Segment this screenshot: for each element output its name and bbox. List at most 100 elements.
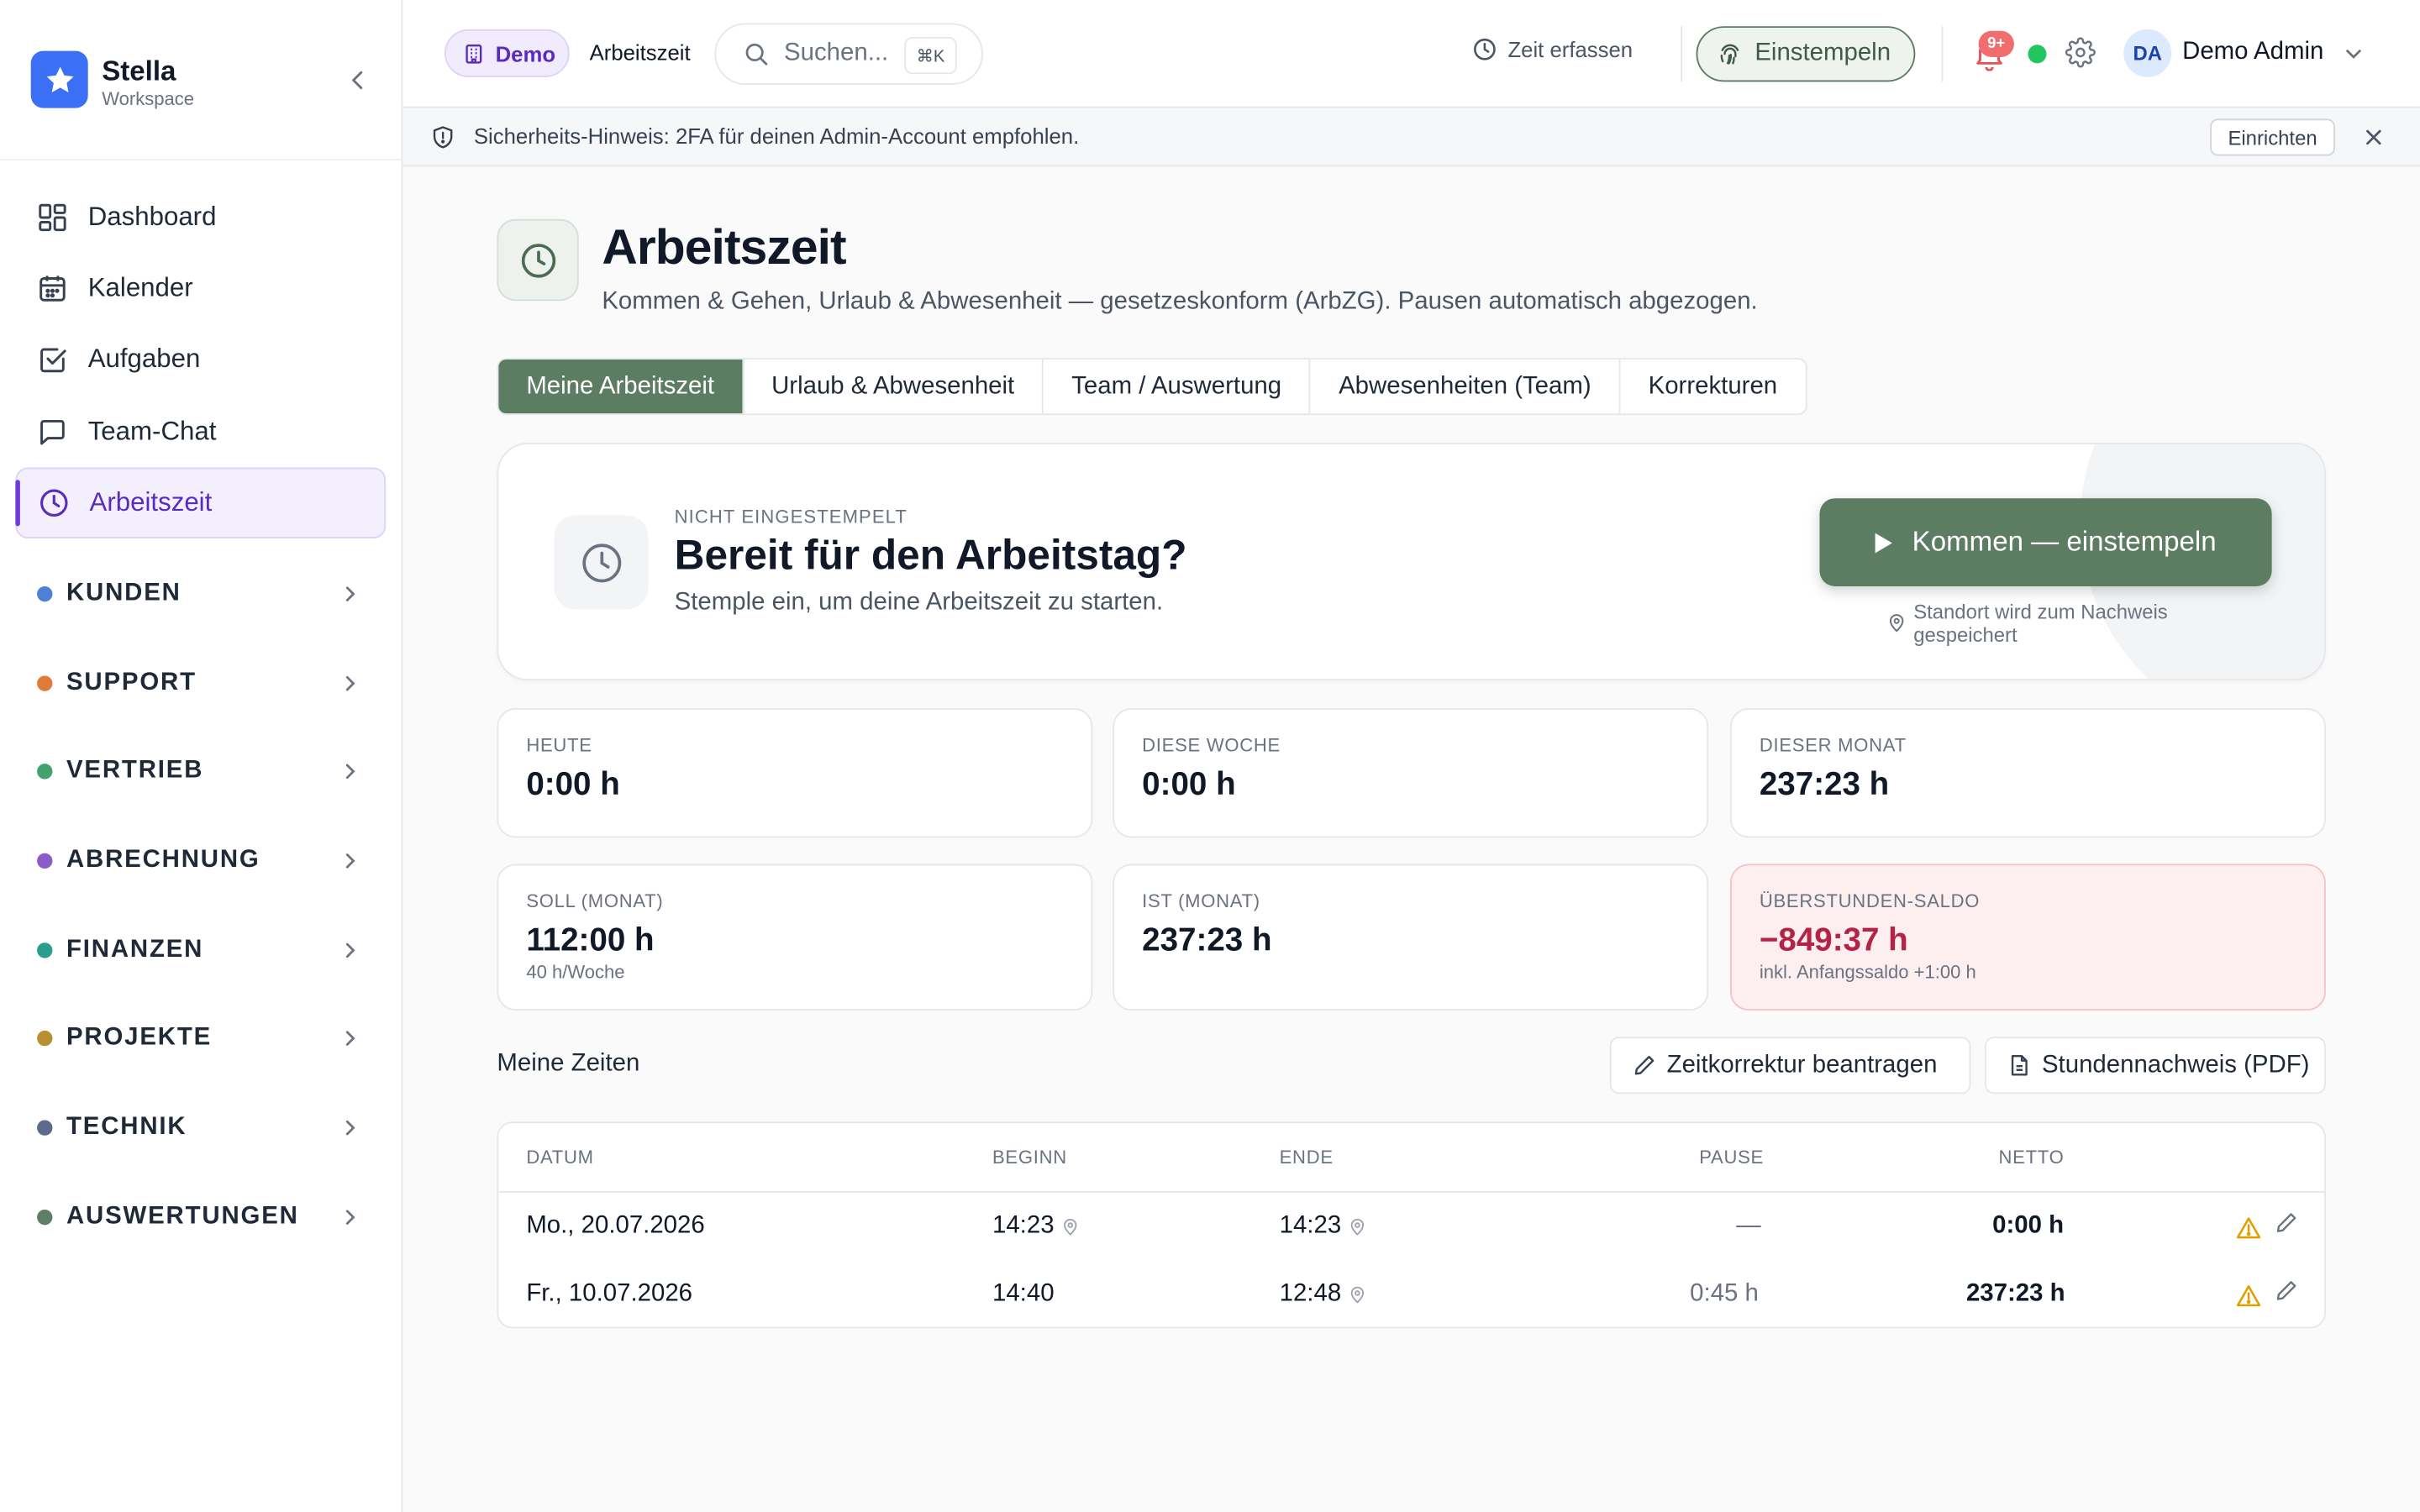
sidebar-group-vertrieb[interactable]: VERTRIEB [37, 748, 371, 795]
group-label: KUNDEN [66, 580, 182, 606]
stat-label: SOLL (MONAT) [526, 890, 664, 912]
stat-today: HEUTE 0:00 h [497, 708, 1093, 838]
banner-text: Sicherheits-Hinweis: 2FA für deinen Admi… [473, 123, 1080, 149]
times-table: DATUM BEGINN ENDE PAUSE NETTO Mo., 20.07… [497, 1121, 2326, 1329]
tab-urlaub-abwesenheit[interactable]: Urlaub & Abwesenheit [744, 359, 1044, 414]
sidebar-item-label: Aufgaben [87, 344, 201, 374]
calendar-icon [37, 273, 68, 304]
sidebar-group-auswertungen[interactable]: AUSWERTUNGEN [37, 1194, 371, 1241]
table-row[interactable]: Mo., 20.07.2026 14:23 14:23 — 0:00 h [498, 1193, 2324, 1261]
edit-pencil-icon[interactable] [2275, 1211, 2298, 1235]
stat-actual-month: IST (MONAT) 237:23 h [1113, 864, 1709, 1011]
stat-label: IST (MONAT) [1142, 890, 1260, 912]
gear-icon[interactable] [2065, 37, 2096, 68]
group-label: FINANZEN [66, 936, 204, 963]
tab-abwesenheiten-team[interactable]: Abwesenheiten (Team) [1311, 359, 1621, 414]
location-note-text: Standort wird zum Nachweis gespeichert [1913, 600, 2168, 647]
sidebar-item-label: Team-Chat [87, 416, 217, 446]
tab-korrekturen[interactable]: Korrekturen [1621, 360, 1806, 413]
sidebar-item-dashboard[interactable]: Dashboard [15, 182, 386, 253]
cell-end: 12:48 [1280, 1280, 1366, 1308]
group-label: AUSWERTUNGEN [66, 1203, 299, 1230]
breadcrumb: Arbeitszeit [589, 39, 691, 66]
sidebar-group-finanzen[interactable]: FINANZEN [37, 927, 371, 974]
warning-icon [2236, 1285, 2261, 1307]
chat-icon [37, 417, 68, 448]
stat-note: 40 h/Woche [526, 961, 625, 983]
close-icon[interactable] [2363, 127, 2385, 149]
page-subtitle: Kommen & Gehen, Urlaub & Abwesenheit — g… [602, 288, 1758, 315]
document-icon [2011, 1055, 2028, 1076]
group-dot [37, 585, 53, 602]
column-header-net: NETTO [1998, 1146, 2065, 1168]
brand: Stella Workspace [0, 0, 402, 161]
stat-label: ÜBERSTUNDEN-SALDO [1759, 890, 1981, 912]
stat-value: 237:23 h [1759, 766, 1890, 803]
chevron-right-icon [339, 1206, 361, 1228]
sidebar-item-arbeitszeit[interactable]: Arbeitszeit [15, 467, 387, 539]
clock-status: NICHT EINGESTEMPELT [674, 506, 908, 528]
online-status-indicator [2028, 45, 2047, 64]
table-row[interactable]: Fr., 10.07.2026 14:40 12:48 0:45 h 237:2… [498, 1261, 2324, 1327]
clock-icon [39, 487, 70, 518]
column-header-pause: PAUSE [1699, 1146, 1764, 1168]
clock-in-label: Einstempeln [1754, 39, 1891, 66]
cell-net: 237:23 h [1965, 1280, 2065, 1307]
stat-value: −849:37 h [1759, 922, 1908, 958]
clock-in-card: NICHT EINGESTEMPELT Bereit für den Arbei… [497, 443, 2326, 680]
stat-value: 0:00 h [1142, 766, 1236, 803]
chevron-right-icon [339, 673, 361, 695]
brand-subtitle: Workspace [102, 87, 195, 110]
fingerprint-icon [1720, 44, 1739, 65]
warning-icon [2236, 1217, 2261, 1239]
search-input[interactable] [784, 39, 892, 68]
cell-pause: — [1736, 1212, 1761, 1239]
sidebar-group-support[interactable]: SUPPORT [37, 660, 371, 706]
timesheet-pdf-label: Stundennachweis (PDF) [2041, 1051, 2310, 1078]
cell-begin-value: 14:23 [992, 1212, 1055, 1239]
time-entry-button[interactable]: Zeit erfassen [1472, 37, 1633, 61]
chevron-right-icon [339, 583, 361, 605]
sidebar-item-aufgaben[interactable]: Aufgaben [15, 324, 386, 395]
sidebar-item-kalender[interactable]: Kalender [15, 253, 386, 323]
clock-in-main-label: Kommen — einstempeln [1912, 526, 2217, 558]
sidebar-group-projekte[interactable]: PROJEKTE [37, 1016, 371, 1062]
table-header: DATUM BEGINN ENDE PAUSE NETTO [498, 1123, 2325, 1193]
setup-2fa-button[interactable]: Einrichten [2210, 118, 2335, 156]
demo-label: Demo [495, 40, 556, 66]
request-correction-label: Zeitkorrektur beantragen [1666, 1051, 1938, 1078]
divider [1681, 26, 1683, 82]
clock-in-button[interactable]: Einstempeln [1696, 26, 1916, 82]
sidebar-group-kunden[interactable]: KUNDEN [37, 571, 371, 617]
group-dot [37, 853, 53, 869]
stat-overtime-balance: ÜBERSTUNDEN-SALDO −849:37 h inkl. Anfang… [1729, 864, 2326, 1011]
chevron-right-icon [339, 760, 361, 782]
user-name[interactable]: Demo Admin [2182, 39, 2323, 66]
tab-meine-arbeitszeit[interactable]: Meine Arbeitszeit [498, 359, 744, 414]
column-header-date: DATUM [526, 1146, 594, 1168]
sidebar-group-abrechnung[interactable]: ABRECHNUNG [37, 837, 371, 884]
page-title: Arbeitszeit [602, 218, 846, 275]
page-clock-icon [497, 218, 579, 302]
edit-pencil-icon[interactable] [2275, 1279, 2298, 1303]
sidebar-group-technik[interactable]: TECHNIK [37, 1105, 371, 1151]
chevron-down-icon[interactable] [2343, 43, 2365, 65]
cell-pause: 0:45 h [1690, 1280, 1759, 1307]
avatar[interactable]: DA [2123, 29, 2172, 77]
timesheet-pdf-button[interactable]: Stundennachweis (PDF) [1984, 1037, 2326, 1095]
clock-in-subtitle: Stemple ein, um deine Arbeitszeit zu sta… [674, 589, 1164, 616]
sidebar-item-label: Dashboard [87, 202, 217, 232]
chevron-right-icon [339, 850, 361, 872]
group-dot [37, 1209, 53, 1226]
group-label: VERTRIEB [66, 757, 204, 785]
request-correction-button[interactable]: Zeitkorrektur beantragen [1609, 1037, 1971, 1095]
cell-net: 0:00 h [1992, 1212, 2065, 1239]
sidebar: Stella Workspace Dashboard Kalender Aufg… [0, 0, 403, 1512]
clock-in-main-button[interactable]: Kommen — einstempeln [1819, 498, 2272, 586]
tab-team-auswertung[interactable]: Team / Auswertung [1044, 359, 1312, 414]
tab-bar: Meine Arbeitszeit Urlaub & Abwesenheit T… [497, 358, 1807, 416]
search-box[interactable]: ⌘K [714, 23, 983, 86]
sidebar-item-team-chat[interactable]: Team-Chat [15, 396, 386, 467]
collapse-sidebar-icon[interactable] [345, 68, 370, 92]
demo-workspace-pill[interactable]: Demo [444, 29, 570, 77]
